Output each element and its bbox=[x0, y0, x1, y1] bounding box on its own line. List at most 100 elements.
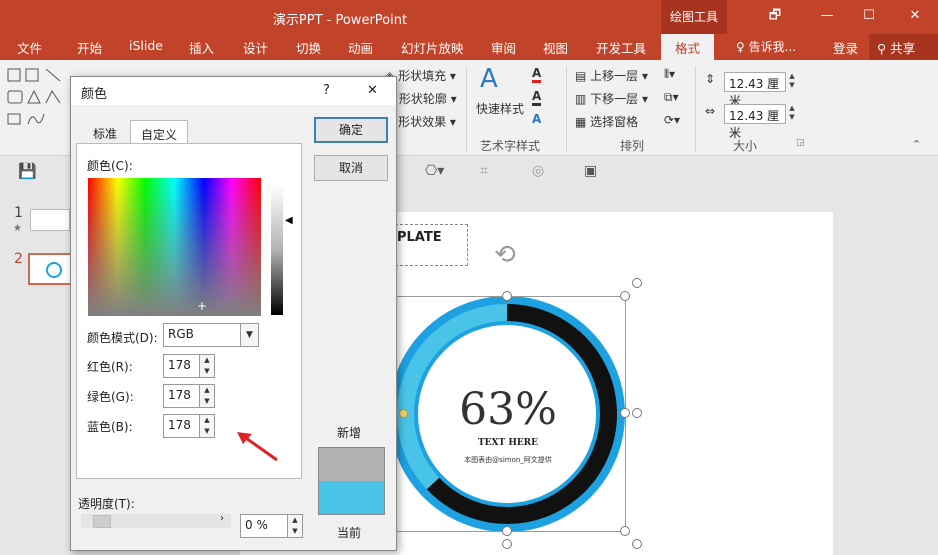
tab-animations[interactable]: 动画 bbox=[348, 38, 373, 57]
share-button[interactable]: ⚲ 共享 bbox=[869, 34, 938, 60]
quick-styles-button[interactable]: 快速样式 bbox=[476, 100, 524, 117]
slide-thumbnail-1[interactable] bbox=[30, 209, 70, 231]
bring-forward-button[interactable]: ▤ 上移一层 ▾ bbox=[575, 67, 648, 84]
tab-transitions[interactable]: 切换 bbox=[296, 38, 321, 57]
person-icon: ⚲ bbox=[877, 41, 887, 56]
size-group-label: 大小 bbox=[733, 139, 758, 153]
rotate-handle-icon[interactable]: ⟲ bbox=[494, 240, 516, 270]
transparency-label: 透明度(T): bbox=[78, 497, 135, 511]
dialog-launcher-icon[interactable]: ◲ bbox=[796, 138, 805, 148]
shape-options-icon[interactable]: ⎔▾ bbox=[425, 163, 444, 179]
resize-handle-right[interactable] bbox=[620, 408, 630, 418]
tab-format[interactable]: 格式 bbox=[661, 34, 715, 60]
cancel-button[interactable]: 取消 bbox=[314, 155, 388, 181]
transparency-slider-thumb[interactable] bbox=[93, 515, 111, 528]
resize-handle-outer-right[interactable] bbox=[632, 408, 642, 418]
ribbon-separator bbox=[695, 66, 696, 152]
shape-height-input[interactable]: 12.43 厘米 bbox=[724, 72, 786, 108]
transparency-input[interactable]: 0 % bbox=[240, 514, 290, 538]
shape-width-stepper[interactable]: ▲ ▼ bbox=[786, 104, 798, 124]
dialog-title-bar: 颜色 ? ✕ bbox=[71, 77, 396, 105]
send-backward-button[interactable]: ▥ 下移一层 ▾ bbox=[575, 90, 648, 107]
text-effect-icon[interactable]: A bbox=[532, 112, 541, 126]
tab-slideshow[interactable]: 幻灯片放映 bbox=[401, 38, 464, 57]
selection-box bbox=[388, 296, 626, 532]
ribbon-separator bbox=[566, 66, 567, 152]
color-crosshair-icon: + bbox=[197, 299, 208, 313]
tab-view[interactable]: 视图 bbox=[543, 38, 568, 57]
window-title: 演示PPT - PowerPoint bbox=[272, 13, 408, 28]
collapse-ribbon-icon[interactable]: ⌃ bbox=[912, 138, 921, 151]
slide-thumbnail-2[interactable] bbox=[28, 253, 72, 285]
tab-review[interactable]: 审阅 bbox=[491, 38, 516, 57]
red-input[interactable]: 178 bbox=[163, 354, 201, 378]
green-stepper[interactable]: ▲ ▼ bbox=[199, 384, 215, 408]
ribbon-separator bbox=[466, 66, 467, 152]
picture-icon[interactable]: ▣ bbox=[584, 163, 597, 179]
merge-shapes-icon[interactable]: ◎ bbox=[532, 163, 544, 179]
selection-pane-label: 选择窗格 bbox=[590, 115, 639, 129]
tab-developer[interactable]: 开发工具 bbox=[596, 38, 646, 57]
transparency-stepper[interactable]: ▲ ▼ bbox=[287, 514, 303, 538]
tab-file[interactable]: 文件 bbox=[17, 38, 42, 57]
blue-input[interactable]: 178 bbox=[163, 414, 201, 438]
luminance-slider[interactable] bbox=[271, 185, 283, 315]
ok-button[interactable]: 确定 bbox=[314, 117, 388, 143]
blue-stepper[interactable]: ▲ ▼ bbox=[199, 414, 215, 438]
color-spectrum-picker[interactable] bbox=[88, 178, 261, 316]
bring-forward-icon: ▤ bbox=[575, 69, 587, 83]
dialog-title: 颜色 bbox=[81, 87, 108, 102]
tab-home[interactable]: 开始 bbox=[77, 38, 102, 57]
color-dialog: 颜色 ? ✕ 标准 自定义 颜色(C): + ◀ 颜色模式(D): RGB ▼ … bbox=[70, 76, 397, 551]
arrange-group-label: 排列 bbox=[620, 139, 645, 153]
resize-handle-outer-corner[interactable] bbox=[632, 539, 642, 549]
green-input[interactable]: 178 bbox=[163, 384, 201, 408]
chevron-down-icon[interactable]: ▼ bbox=[240, 323, 259, 347]
resize-handle-bottom-right[interactable] bbox=[620, 526, 630, 536]
color-picker-label: 颜色(C): bbox=[87, 159, 133, 173]
dialog-close-button[interactable]: ✕ bbox=[367, 83, 378, 98]
send-backward-label: 下移一层 bbox=[590, 92, 639, 106]
help-button[interactable]: ? bbox=[323, 83, 330, 98]
luminance-pointer-icon[interactable]: ◀ bbox=[285, 215, 293, 226]
rotate-icon[interactable]: ⟳▾ bbox=[664, 113, 680, 127]
tab-insert[interactable]: 插入 bbox=[189, 38, 214, 57]
color-mode-value: RGB bbox=[168, 327, 194, 341]
login-button[interactable]: 登录 bbox=[833, 38, 858, 57]
selection-pane-button[interactable]: ▦ 选择窗格 bbox=[575, 113, 638, 130]
red-stepper[interactable]: ▲ ▼ bbox=[199, 354, 215, 378]
shape-height-stepper[interactable]: ▲ ▼ bbox=[786, 72, 798, 92]
slider-right-arrow-icon[interactable]: › bbox=[220, 513, 224, 524]
tell-me-box[interactable]: ♀ 告诉我... bbox=[736, 38, 796, 55]
crop-icon[interactable]: ⌗ bbox=[480, 163, 488, 179]
tab-design[interactable]: 设计 bbox=[243, 38, 268, 57]
shape-width-input[interactable]: 12.43 厘米 bbox=[724, 104, 786, 140]
maximize-button[interactable]: ☐ bbox=[854, 6, 884, 26]
red-label: 红色(R): bbox=[87, 360, 133, 374]
tab-custom[interactable]: 自定义 bbox=[130, 120, 189, 144]
save-icon[interactable]: 💾 bbox=[18, 162, 37, 180]
shape-height-icon: ⇕ bbox=[705, 72, 716, 86]
align-icon[interactable]: ⫴▾ bbox=[664, 67, 675, 82]
resize-handle-top[interactable] bbox=[502, 291, 512, 301]
animation-star-icon: ★ bbox=[13, 223, 22, 234]
ribbon-display-options-button[interactable]: 🗗 bbox=[760, 6, 790, 26]
color-mode-label: 颜色模式(D): bbox=[87, 331, 158, 345]
slide-number: 1 bbox=[14, 205, 23, 221]
share-label: 共享 bbox=[890, 41, 916, 56]
tab-standard[interactable]: 标准 bbox=[83, 120, 127, 144]
close-button[interactable]: ✕ bbox=[900, 6, 930, 26]
resize-handle-top-right[interactable] bbox=[620, 291, 630, 301]
text-fill-icon[interactable]: A bbox=[532, 66, 542, 83]
minimize-button[interactable]: — bbox=[812, 6, 842, 26]
shapes-gallery[interactable] bbox=[6, 66, 66, 128]
resize-handle-outer-bottom[interactable] bbox=[502, 539, 512, 549]
tab-islide[interactable]: iSlide bbox=[129, 38, 163, 53]
group-icon[interactable]: ⧉▾ bbox=[664, 90, 679, 105]
bring-forward-label: 上移一层 bbox=[590, 69, 639, 83]
adjust-handle[interactable] bbox=[399, 409, 408, 418]
resize-handle-bottom[interactable] bbox=[502, 526, 512, 536]
quick-styles-icon: A bbox=[480, 64, 498, 94]
resize-handle-corner[interactable] bbox=[632, 278, 642, 288]
text-outline-icon[interactable]: A bbox=[532, 89, 542, 106]
